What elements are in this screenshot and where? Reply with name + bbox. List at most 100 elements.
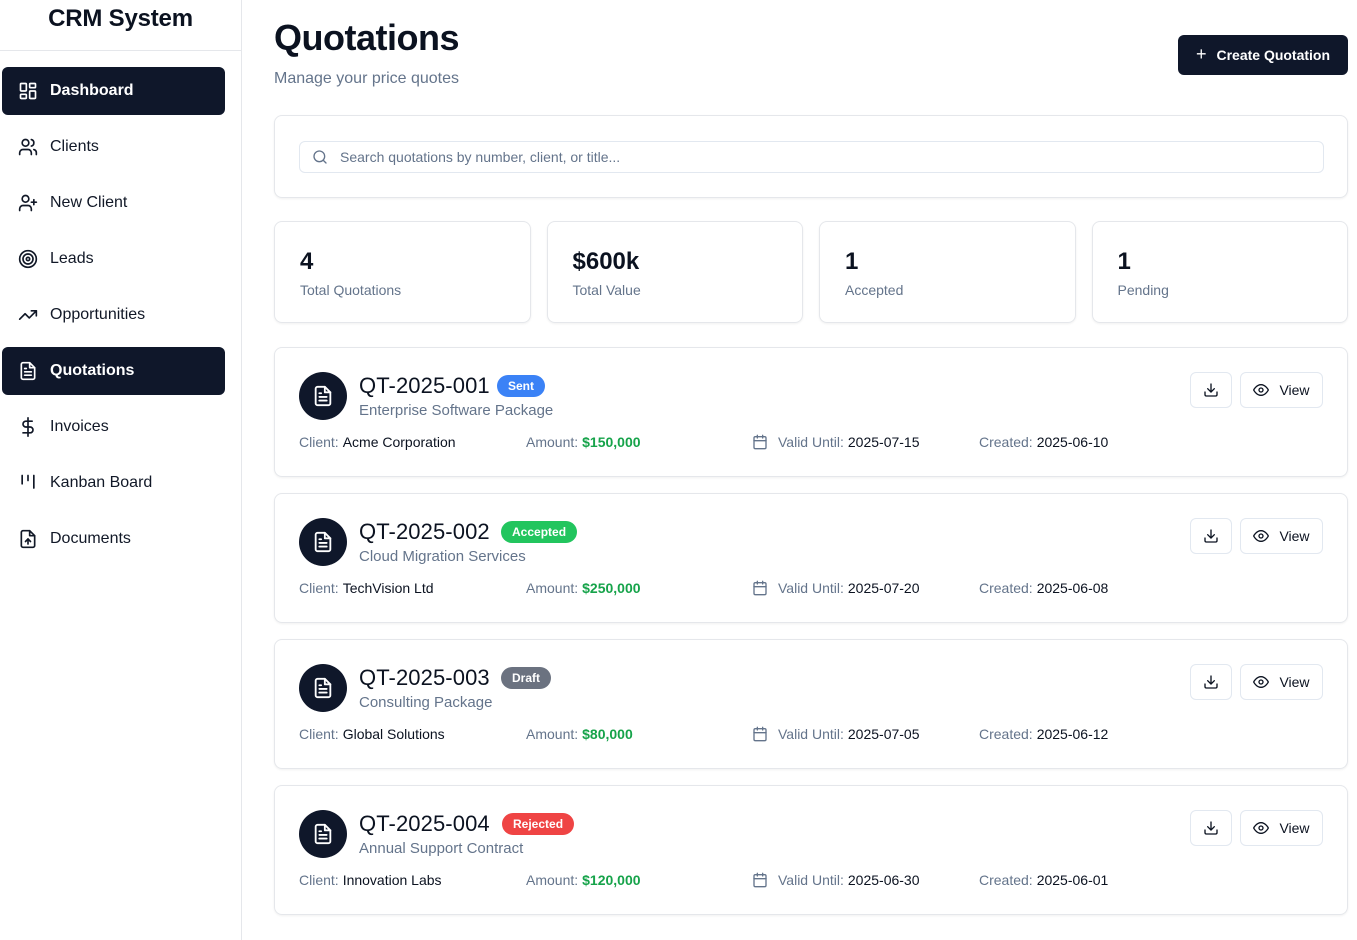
download-button[interactable] bbox=[1190, 810, 1232, 846]
stat-card-pending: 1 Pending bbox=[1091, 221, 1348, 323]
client-value: Innovation Labs bbox=[342, 872, 442, 888]
quotation-title: Cloud Migration Services bbox=[359, 548, 526, 565]
page-subtitle: Manage your price quotes bbox=[274, 70, 459, 87]
calendar-icon bbox=[752, 872, 778, 888]
app-title: CRM System bbox=[48, 5, 193, 32]
download-button[interactable] bbox=[1190, 518, 1232, 554]
create-quotation-label: Create Quotation bbox=[1216, 47, 1331, 63]
stat-card-total-value: $600k Total Value bbox=[546, 221, 803, 323]
eye-icon bbox=[1253, 528, 1279, 544]
sidebar-item-dashboard[interactable]: Dashboard bbox=[2, 67, 225, 115]
sidebar-item-label: Opportunities bbox=[50, 306, 146, 323]
sidebar-item-invoices[interactable]: Invoices bbox=[2, 403, 225, 451]
view-label: View bbox=[1279, 382, 1310, 398]
sidebar-item-clients[interactable]: Clients bbox=[2, 123, 225, 171]
sidebar-item-opportunities[interactable]: Opportunities bbox=[2, 291, 225, 339]
client-value: Global Solutions bbox=[342, 726, 445, 742]
file-text-icon bbox=[299, 372, 347, 420]
amount-field: Amount: $150,000 bbox=[526, 434, 641, 450]
trending-up-icon bbox=[18, 305, 38, 325]
stat-value: 1 bbox=[845, 248, 859, 275]
status-badge: Sent bbox=[497, 375, 546, 397]
status-badge: Accepted bbox=[501, 521, 578, 543]
plus-icon: + bbox=[1195, 43, 1207, 64]
calendar-icon bbox=[752, 580, 778, 596]
sidebar-item-label: Leads bbox=[50, 250, 94, 267]
valid-until-label: Valid Until: bbox=[778, 872, 844, 888]
created-label: Created: bbox=[979, 726, 1033, 742]
client-field: Client: Acme Corporation bbox=[299, 434, 456, 450]
valid-until-label: Valid Until: bbox=[778, 434, 844, 450]
client-value: Acme Corporation bbox=[342, 434, 456, 450]
created-field: Created: 2025-06-12 bbox=[979, 726, 1108, 742]
search-box[interactable] bbox=[299, 141, 1324, 173]
created-label: Created: bbox=[979, 434, 1033, 450]
client-label: Client: bbox=[299, 872, 339, 888]
quotation-card: QT-2025-002 Accepted Cloud Migration Servi… bbox=[274, 493, 1348, 623]
amount-label: Amount: bbox=[526, 726, 579, 742]
sidebar-item-label: Invoices bbox=[50, 418, 109, 435]
search-input[interactable] bbox=[340, 149, 1300, 165]
client-label: Client: bbox=[299, 726, 339, 742]
sidebar-item-leads[interactable]: Leads bbox=[2, 235, 225, 283]
dollar-icon bbox=[18, 417, 38, 437]
sidebar-item-kanban-board[interactable]: Kanban Board bbox=[2, 459, 225, 507]
amount-field: Amount: $120,000 bbox=[526, 872, 641, 888]
client-label: Client: bbox=[299, 434, 339, 450]
search-icon bbox=[313, 150, 327, 164]
amount-value: $120,000 bbox=[582, 872, 641, 888]
sidebar-item-label: Documents bbox=[50, 530, 131, 547]
amount-value: $150,000 bbox=[582, 434, 641, 450]
amount-label: Amount: bbox=[526, 434, 579, 450]
quotation-number: QT-2025-004 bbox=[359, 811, 490, 836]
valid-until-label: Valid Until: bbox=[778, 580, 844, 596]
sidebar-item-label: New Client bbox=[50, 194, 128, 211]
target-icon bbox=[18, 249, 38, 269]
amount-value: $80,000 bbox=[582, 726, 633, 742]
calendar-icon bbox=[752, 726, 778, 742]
stats-row: 4 Total Quotations $600k Total Value 1 A… bbox=[274, 221, 1348, 323]
stat-value: 4 bbox=[300, 248, 314, 275]
search-card bbox=[274, 115, 1348, 198]
view-label: View bbox=[1279, 528, 1310, 544]
sidebar-item-label: Kanban Board bbox=[50, 474, 153, 491]
amount-label: Amount: bbox=[526, 872, 579, 888]
valid-until-value: 2025-07-15 bbox=[847, 434, 920, 450]
client-field: Client: Innovation Labs bbox=[299, 872, 442, 888]
download-button[interactable] bbox=[1190, 372, 1232, 408]
stat-label: Accepted bbox=[845, 282, 904, 298]
created-label: Created: bbox=[979, 872, 1033, 888]
valid-until-field: Valid Until: 2025-07-15 bbox=[752, 434, 920, 450]
sidebar-item-quotations[interactable]: Quotations bbox=[2, 347, 225, 395]
stat-value: 1 bbox=[1117, 248, 1131, 275]
view-button[interactable]: View bbox=[1240, 518, 1323, 554]
created-field: Created: 2025-06-10 bbox=[979, 434, 1108, 450]
download-icon bbox=[1203, 674, 1219, 690]
page-title: Quotations bbox=[274, 17, 459, 58]
quotation-number: QT-2025-003 bbox=[359, 665, 490, 690]
client-field: Client: Global Solutions bbox=[299, 726, 445, 742]
eye-icon bbox=[1253, 674, 1279, 690]
quotation-card: QT-2025-003 Draft Consulting Package Client… bbox=[274, 639, 1348, 769]
sidebar-item-label: Clients bbox=[50, 138, 99, 155]
eye-icon bbox=[1253, 382, 1279, 398]
created-value: 2025-06-12 bbox=[1036, 726, 1109, 742]
amount-field: Amount: $80,000 bbox=[526, 726, 633, 742]
download-button[interactable] bbox=[1190, 664, 1232, 700]
client-value: TechVision Ltd bbox=[342, 580, 434, 596]
view-button[interactable]: View bbox=[1240, 372, 1323, 408]
create-quotation-button[interactable]: + Create Quotation bbox=[1178, 35, 1348, 75]
sidebar-item-documents[interactable]: Documents bbox=[2, 515, 225, 563]
created-field: Created: 2025-06-08 bbox=[979, 580, 1108, 596]
sidebar-item-new-client[interactable]: New Client bbox=[2, 179, 225, 227]
view-button[interactable]: View bbox=[1240, 810, 1323, 846]
stat-card-total-quotations: 4 Total Quotations bbox=[274, 221, 531, 323]
status-badge: Rejected bbox=[502, 813, 575, 835]
created-value: 2025-06-08 bbox=[1036, 580, 1109, 596]
calendar-icon bbox=[752, 434, 778, 450]
quotation-title: Enterprise Software Package bbox=[359, 402, 554, 419]
created-field: Created: 2025-06-01 bbox=[979, 872, 1108, 888]
view-button[interactable]: View bbox=[1240, 664, 1323, 700]
created-label: Created: bbox=[979, 580, 1033, 596]
stat-label: Pending bbox=[1117, 282, 1169, 298]
